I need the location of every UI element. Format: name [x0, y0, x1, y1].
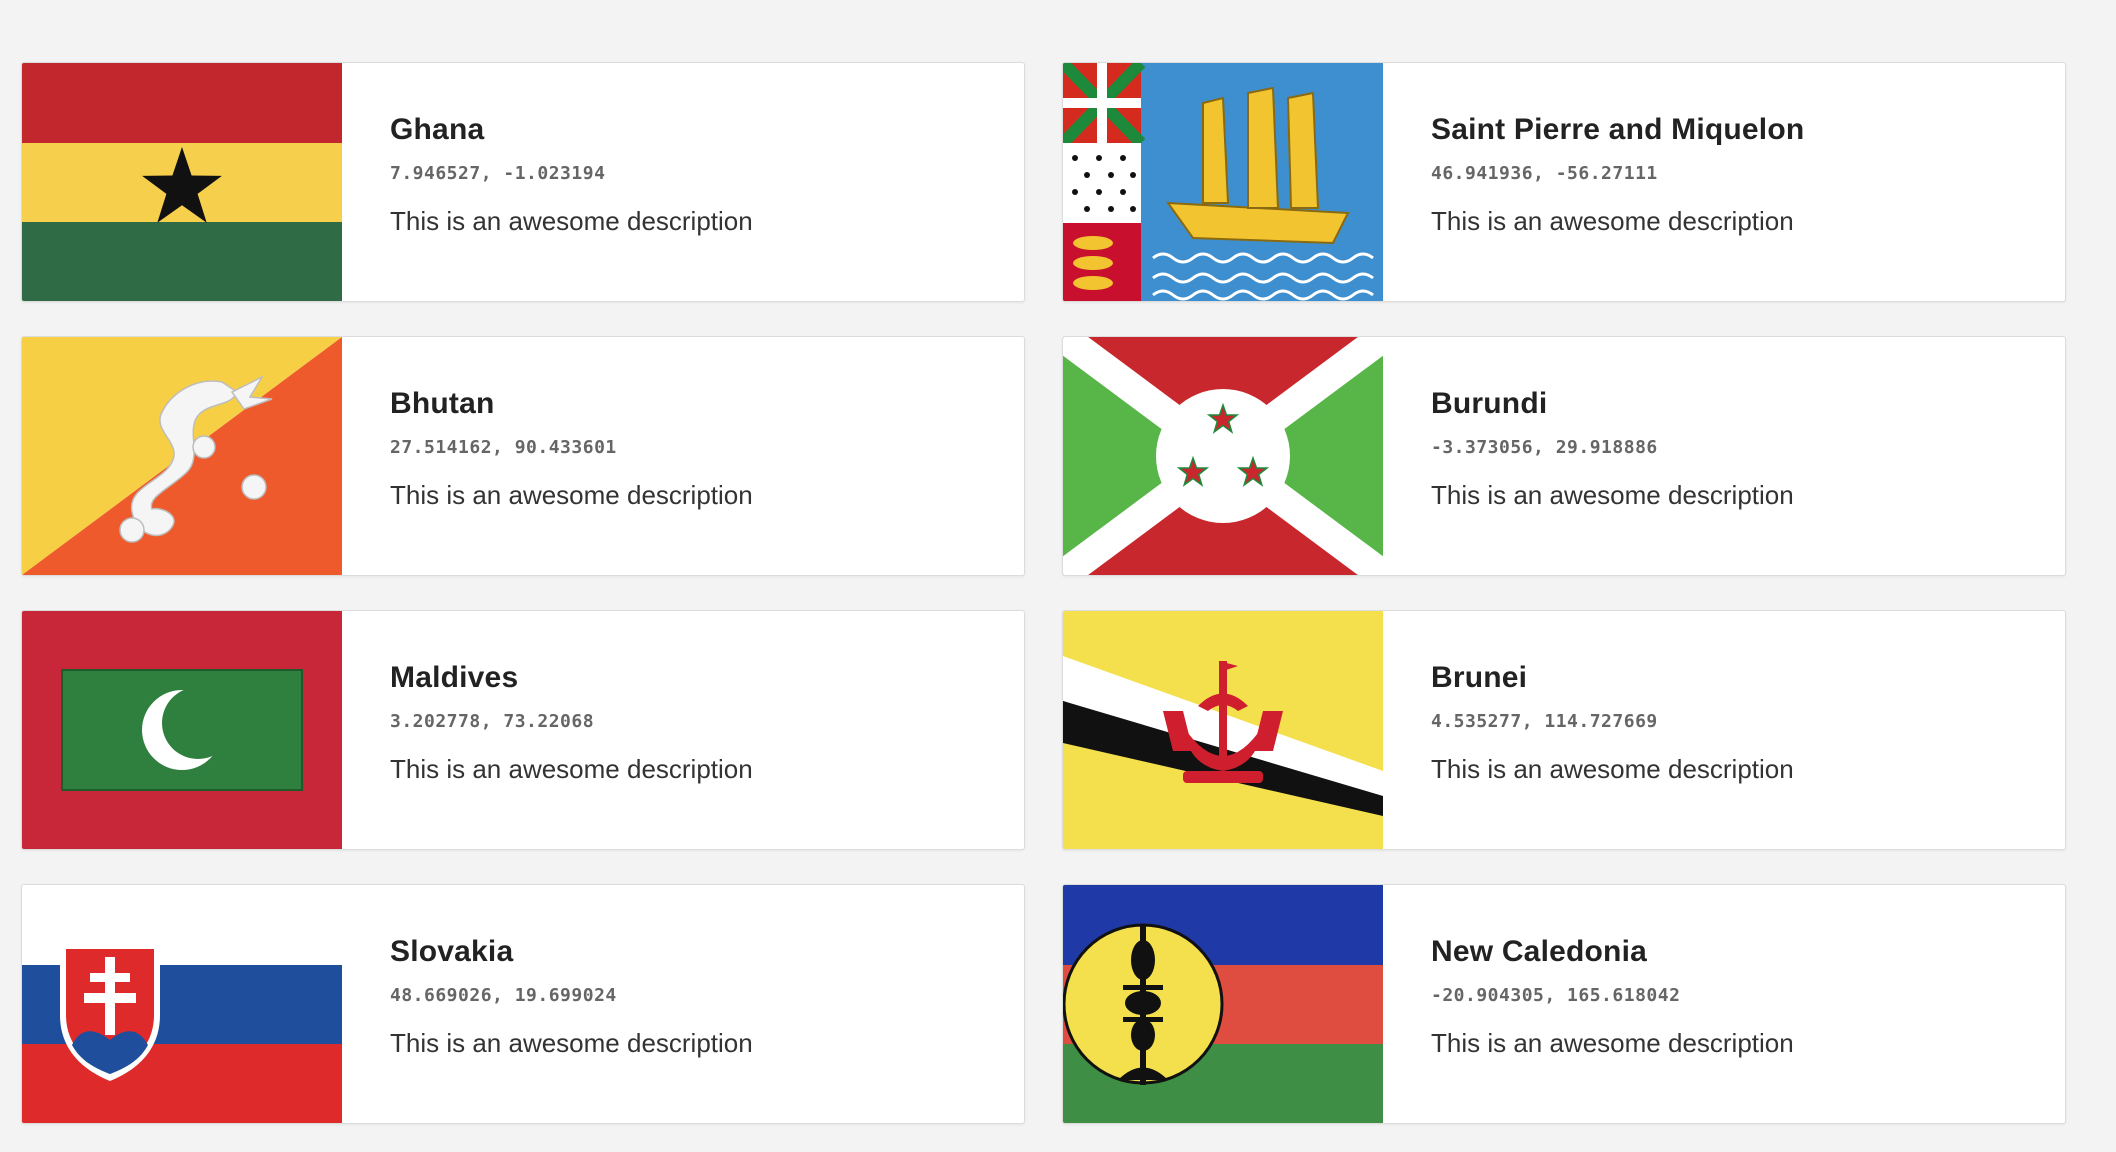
country-name[interactable]: Maldives	[390, 661, 753, 695]
coordinates: -3.373056, 29.918886	[1431, 437, 1658, 458]
card-info: Slovakia 48.669026, 19.699024 This is an…	[342, 885, 753, 1123]
description: This is an awesome description	[390, 480, 753, 510]
country-card-grid: Ghana 7.946527, -1.023194 This is an awe…	[21, 62, 2066, 1124]
coordinates: 4.535277, 114.727669	[1431, 711, 1658, 732]
country-card-bhutan[interactable]: Bhutan 27.514162, 90.433601 This is an a…	[21, 336, 1025, 576]
description: This is an awesome description	[1431, 206, 1794, 236]
card-info: Bhutan 27.514162, 90.433601 This is an a…	[342, 337, 753, 575]
country-card-new-caledonia[interactable]: New Caledonia -20.904305, 165.618042 Thi…	[1062, 884, 2066, 1124]
new-caledonia-flag-image	[1063, 885, 1383, 1123]
card-info: Brunei 4.535277, 114.727669 This is an a…	[1383, 611, 1794, 849]
country-card-ghana[interactable]: Ghana 7.946527, -1.023194 This is an awe…	[21, 62, 1025, 302]
description: This is an awesome description	[1431, 754, 1794, 784]
country-card-brunei[interactable]: Brunei 4.535277, 114.727669 This is an a…	[1062, 610, 2066, 850]
coordinates: 27.514162, 90.433601	[390, 437, 617, 458]
coordinates: 3.202778, 73.22068	[390, 711, 595, 732]
country-name[interactable]: New Caledonia	[1431, 935, 1794, 969]
country-name[interactable]: Burundi	[1431, 387, 1794, 421]
description: This is an awesome description	[390, 754, 753, 784]
country-name[interactable]: Saint Pierre and Miquelon	[1431, 113, 1804, 147]
slovakia-flag-image	[22, 885, 342, 1123]
coordinates: 48.669026, 19.699024	[390, 985, 617, 1006]
coordinates: -20.904305, 165.618042	[1431, 985, 1681, 1006]
saint-pierre-and-miquelon-flag-image	[1063, 63, 1383, 301]
description: This is an awesome description	[1431, 1028, 1794, 1058]
country-card-slovakia[interactable]: Slovakia 48.669026, 19.699024 This is an…	[21, 884, 1025, 1124]
country-name[interactable]: Brunei	[1431, 661, 1794, 695]
maldives-flag-image	[22, 611, 342, 849]
country-card-saint-pierre-and-miquelon[interactable]: Saint Pierre and Miquelon 46.941936, -56…	[1062, 62, 2066, 302]
country-name[interactable]: Ghana	[390, 113, 753, 147]
country-name[interactable]: Bhutan	[390, 387, 753, 421]
country-card-maldives[interactable]: Maldives 3.202778, 73.22068 This is an a…	[21, 610, 1025, 850]
bhutan-flag-image	[22, 337, 342, 575]
coordinates: 7.946527, -1.023194	[390, 163, 606, 184]
description: This is an awesome description	[1431, 480, 1794, 510]
country-card-burundi[interactable]: Burundi -3.373056, 29.918886 This is an …	[1062, 336, 2066, 576]
card-info: Burundi -3.373056, 29.918886 This is an …	[1383, 337, 1794, 575]
card-info: New Caledonia -20.904305, 165.618042 Thi…	[1383, 885, 1794, 1123]
description: This is an awesome description	[390, 206, 753, 236]
coordinates: 46.941936, -56.27111	[1431, 163, 1658, 184]
card-info: Maldives 3.202778, 73.22068 This is an a…	[342, 611, 753, 849]
ghana-flag-image	[22, 63, 342, 301]
description: This is an awesome description	[390, 1028, 753, 1058]
country-name[interactable]: Slovakia	[390, 935, 753, 969]
burundi-flag-image	[1063, 337, 1383, 575]
card-info: Saint Pierre and Miquelon 46.941936, -56…	[1383, 63, 1804, 301]
brunei-flag-image	[1063, 611, 1383, 849]
card-info: Ghana 7.946527, -1.023194 This is an awe…	[342, 63, 753, 301]
